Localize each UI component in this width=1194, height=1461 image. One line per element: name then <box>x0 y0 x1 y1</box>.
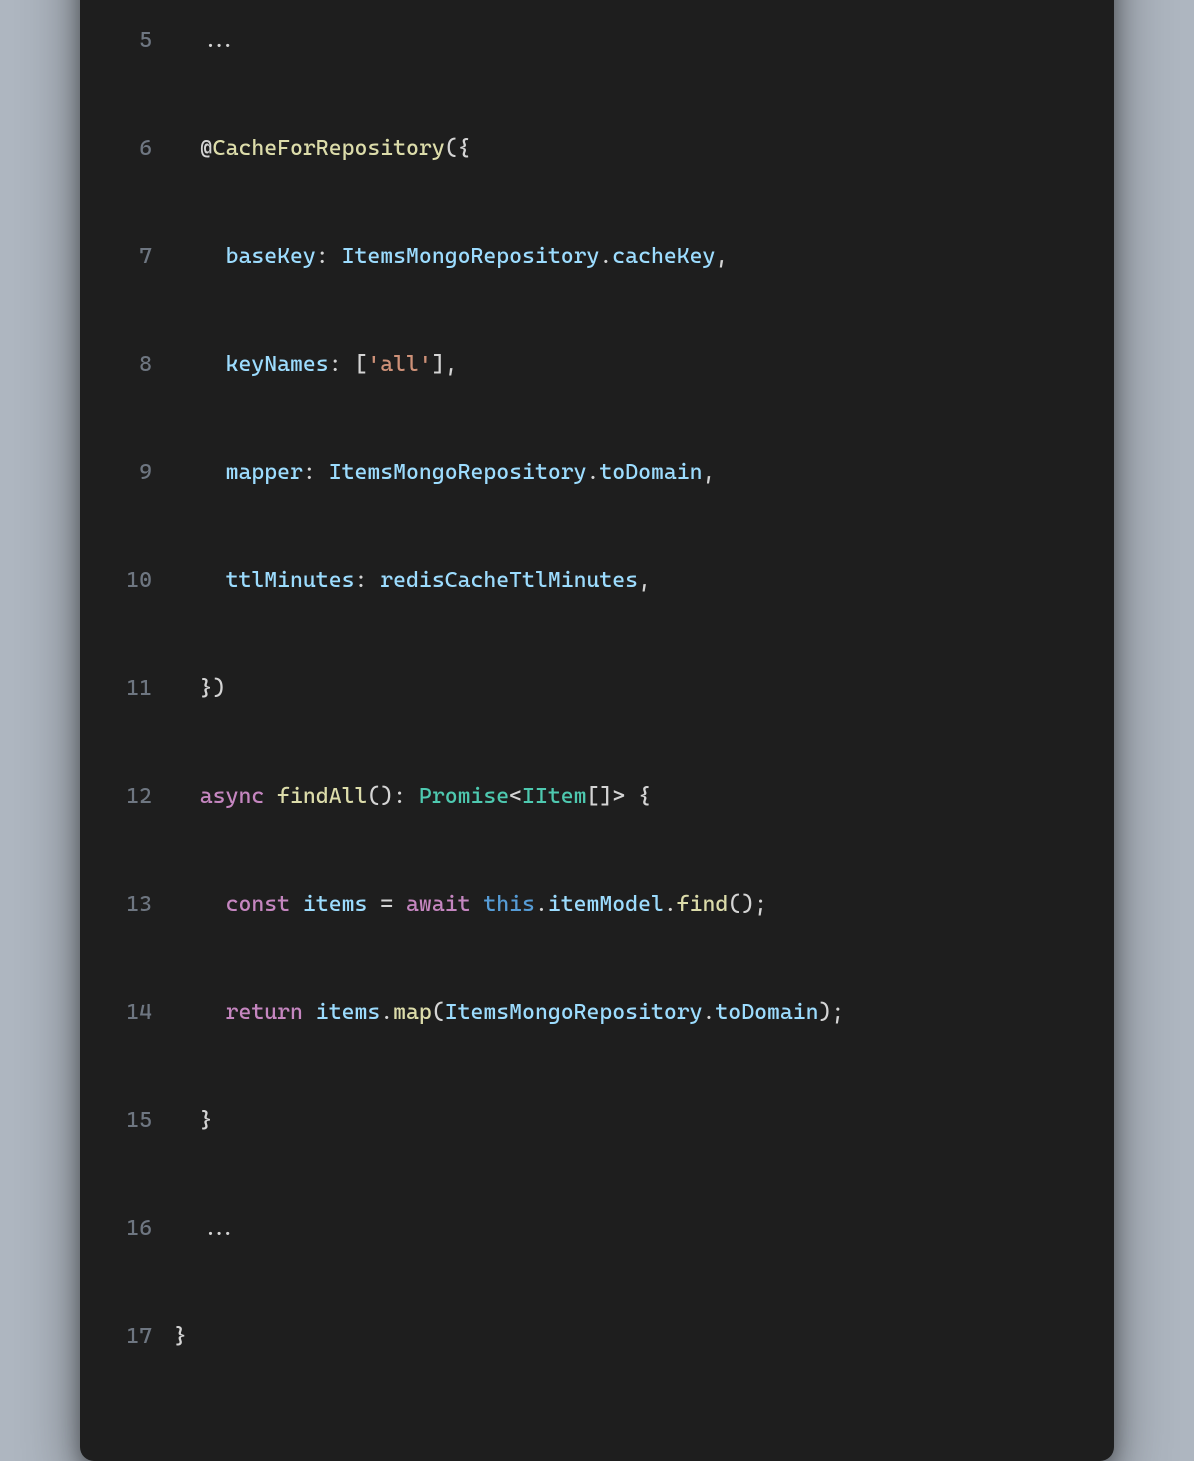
code-area[interactable]: 1... 2@Injectable() 3export class ItemsM… <box>108 0 1086 1427</box>
code-text: @CacheForRepository({ <box>174 131 1086 167</box>
line-number: 15 <box>108 1103 174 1139</box>
code-text: const items = await this.itemModel.find(… <box>174 887 1086 923</box>
code-line: 16 ... <box>108 1211 1086 1247</box>
code-text: } <box>174 1103 1086 1139</box>
stage: 1... 2@Injectable() 3export class ItemsM… <box>0 0 1194 904</box>
code-line: 10 ttlMinutes: redisCacheTtlMinutes, <box>108 563 1086 599</box>
code-text: baseKey: ItemsMongoRepository.cacheKey, <box>174 239 1086 275</box>
code-text: } <box>174 1319 1086 1355</box>
code-line: 14 return items.map(ItemsMongoRepository… <box>108 995 1086 1031</box>
code-text: mapper: ItemsMongoRepository.toDomain, <box>174 455 1086 491</box>
code-line: 6 @CacheForRepository({ <box>108 131 1086 167</box>
line-number: 6 <box>108 131 174 167</box>
code-text: keyNames: ['all'], <box>174 347 1086 383</box>
line-number: 11 <box>108 671 174 707</box>
line-number: 12 <box>108 779 174 815</box>
line-number: 14 <box>108 995 174 1031</box>
code-line: 15 } <box>108 1103 1086 1139</box>
code-text: ... <box>174 1211 1086 1247</box>
line-number: 8 <box>108 347 174 383</box>
line-number: 16 <box>108 1211 174 1247</box>
code-text: ttlMinutes: redisCacheTtlMinutes, <box>174 563 1086 599</box>
code-line: 8 keyNames: ['all'], <box>108 347 1086 383</box>
code-line: 11 }) <box>108 671 1086 707</box>
code-line: 7 baseKey: ItemsMongoRepository.cacheKey… <box>108 239 1086 275</box>
code-line: 17} <box>108 1319 1086 1355</box>
line-number: 9 <box>108 455 174 491</box>
code-line: 12 async findAll(): Promise<IItem[]> { <box>108 779 1086 815</box>
code-text: ... <box>174 23 1086 59</box>
code-line: 9 mapper: ItemsMongoRepository.toDomain, <box>108 455 1086 491</box>
editor-window: 1... 2@Injectable() 3export class ItemsM… <box>80 0 1114 1461</box>
code-text: return items.map(ItemsMongoRepository.to… <box>174 995 1086 1031</box>
line-number: 7 <box>108 239 174 275</box>
line-number: 17 <box>108 1319 174 1355</box>
code-text: async findAll(): Promise<IItem[]> { <box>174 779 1086 815</box>
line-number: 13 <box>108 887 174 923</box>
code-text: }) <box>174 671 1086 707</box>
line-number: 5 <box>108 23 174 59</box>
code-line: 13 const items = await this.itemModel.fi… <box>108 887 1086 923</box>
code-line: 5 ... <box>108 23 1086 59</box>
line-number: 10 <box>108 563 174 599</box>
